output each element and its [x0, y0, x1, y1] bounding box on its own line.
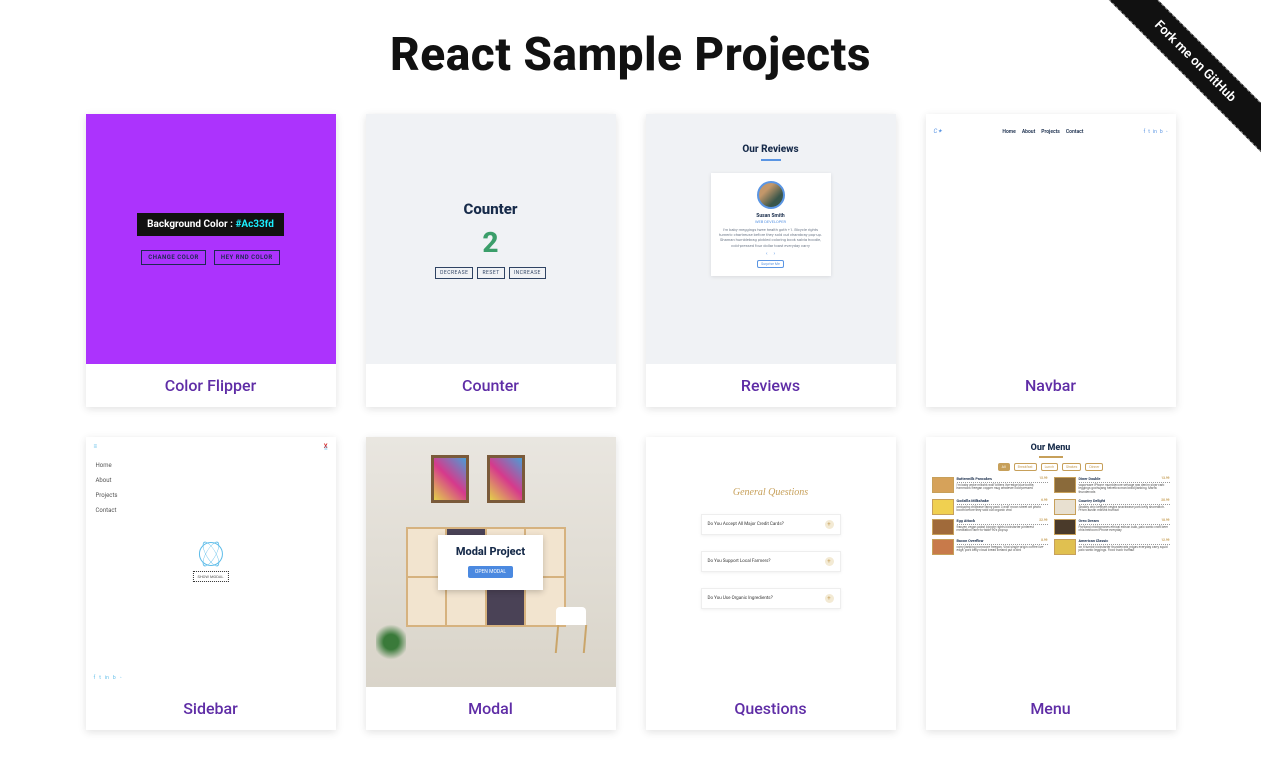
- thumbnail-questions: General Questions Do You Accept All Majo…: [646, 437, 896, 687]
- thumbnail-navbar: C✦ Home About Projects Contact ftinb◦: [926, 114, 1176, 364]
- hamburger-icon: ≡: [324, 445, 328, 452]
- chevron-left-icon: ‹: [766, 251, 768, 257]
- chevron-right-icon: ›: [774, 251, 776, 257]
- menu-item-image: [1054, 519, 1076, 535]
- thumbnail-color-flipper: Background Color : #Ac33fd CHANGE COLOR …: [86, 114, 336, 364]
- card-label: Color Flipper: [86, 364, 336, 407]
- cf-change-btn: CHANGE COLOR: [141, 250, 206, 265]
- project-card-color-flipper[interactable]: Background Color : #Ac33fd CHANGE COLOR …: [86, 114, 336, 407]
- cf-color-label: Background Color : #Ac33fd: [137, 213, 284, 236]
- menu-item: Bacon Overflow8.99carry jianbing normcor…: [932, 539, 1048, 555]
- thumbnail-sidebar: ≡ X ≡ Home About Projects Contact SHOW M…: [86, 437, 336, 687]
- plus-icon: +: [825, 520, 834, 529]
- behance-icon: b: [1160, 129, 1163, 135]
- instagram-icon: ◦: [1166, 129, 1168, 135]
- facebook-icon: f: [94, 675, 96, 681]
- menu-item: Egg Attack22.99franzen vegan pabst bicyc…: [932, 519, 1048, 535]
- thumbnail-counter: Counter 2 DECREASE RESET INCREASE: [366, 114, 616, 364]
- twitter-icon: t: [1148, 129, 1150, 135]
- avatar: [757, 181, 785, 209]
- logo-icon: C✦: [934, 128, 943, 135]
- behance-icon: b: [113, 675, 116, 681]
- project-card-questions[interactable]: General Questions Do You Accept All Majo…: [646, 437, 896, 730]
- plus-icon: +: [825, 594, 834, 603]
- bars-icon: ≡: [94, 443, 98, 450]
- project-card-counter[interactable]: Counter 2 DECREASE RESET INCREASE Counte…: [366, 114, 616, 407]
- card-label: Sidebar: [86, 687, 336, 730]
- thumbnail-modal: Modal Project OPEN MODAL: [366, 437, 616, 687]
- card-label: Counter: [366, 364, 616, 407]
- project-card-navbar[interactable]: C✦ Home About Projects Contact ftinb◦ Na…: [926, 114, 1176, 407]
- plus-icon: +: [825, 557, 834, 566]
- menu-item-image: [932, 499, 954, 515]
- project-card-menu[interactable]: Our Menu All Breakfast Lunch Shakes Dinn…: [926, 437, 1176, 730]
- project-card-reviews[interactable]: Our Reviews Susan Smith WEB DEVELOPER I'…: [646, 114, 896, 407]
- menu-item: Oreo Dream18.99Portland chicharrones eth…: [1054, 519, 1170, 535]
- project-card-sidebar[interactable]: ≡ X ≡ Home About Projects Contact SHOW M…: [86, 437, 336, 730]
- menu-item-image: [932, 519, 954, 535]
- menu-item-image: [932, 539, 954, 555]
- linkedin-icon: in: [105, 675, 109, 681]
- menu-item-image: [1054, 477, 1076, 493]
- menu-item: Buttermilk Pancakes15.99I'm baby woke ml…: [932, 477, 1048, 495]
- menu-item-image: [1054, 539, 1076, 555]
- thumbnail-reviews: Our Reviews Susan Smith WEB DEVELOPER I'…: [646, 114, 896, 364]
- twitter-icon: t: [99, 675, 101, 681]
- cf-rnd-btn: HEY RND COLOR: [214, 250, 280, 265]
- menu-item: Diner Double13.99vaporware iPhone mumble…: [1054, 477, 1170, 495]
- facebook-icon: f: [1144, 129, 1146, 135]
- card-label: Navbar: [926, 364, 1176, 407]
- react-icon: [199, 542, 223, 566]
- instagram-icon: ◦: [120, 675, 122, 681]
- projects-grid: Background Color : #Ac33fd CHANGE COLOR …: [66, 114, 1196, 730]
- menu-item: Country Delight20.99Shabby chic keffiyeh…: [1054, 499, 1170, 515]
- linkedin-icon: in: [1153, 129, 1157, 135]
- card-label: Reviews: [646, 364, 896, 407]
- menu-item: American Classic12.99on it tumblr kickst…: [1054, 539, 1170, 555]
- card-label: Questions: [646, 687, 896, 730]
- project-card-modal[interactable]: Modal Project OPEN MODAL Modal: [366, 437, 616, 730]
- menu-item-image: [932, 477, 954, 493]
- card-label: Menu: [926, 687, 1176, 730]
- menu-item-image: [1054, 499, 1076, 515]
- card-label: Modal: [366, 687, 616, 730]
- thumbnail-menu: Our Menu All Breakfast Lunch Shakes Dinn…: [926, 437, 1176, 687]
- menu-item: Godzilla Milkshake6.99ombucha chillwave …: [932, 499, 1048, 515]
- page-title: React Sample Projects: [0, 28, 1261, 82]
